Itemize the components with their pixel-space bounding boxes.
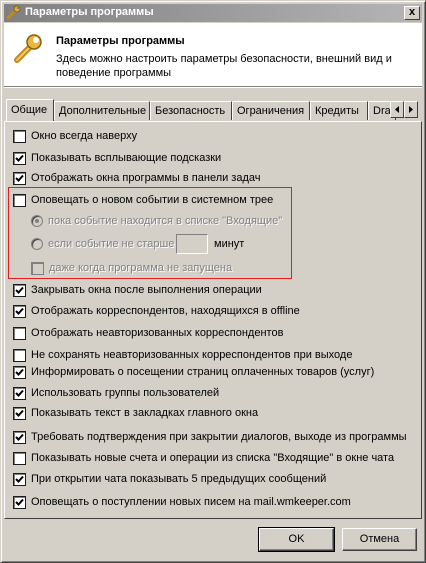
checkbox[interactable] <box>13 473 26 486</box>
checkbox[interactable] <box>31 262 44 275</box>
close-button[interactable]: x <box>404 6 420 20</box>
header-description: Здесь можно настроить параметры безопасн… <box>56 53 392 79</box>
check-icon <box>15 368 24 376</box>
arrow-right-icon <box>409 106 413 113</box>
checkbox[interactable] <box>13 387 26 400</box>
checkbox[interactable] <box>13 130 26 143</box>
tab-scroll-right-button[interactable] <box>404 101 418 118</box>
check-icon <box>15 475 24 483</box>
checkbox[interactable] <box>13 152 26 165</box>
settings-dialog: Параметры программы x Параметры программ… <box>0 0 426 563</box>
checkbox[interactable] <box>13 327 26 340</box>
checkbox[interactable] <box>13 366 26 379</box>
wrench-icon <box>6 5 22 21</box>
checkbox[interactable] <box>13 431 26 444</box>
tab-general[interactable]: Общие <box>6 99 54 121</box>
dialog-header: Параметры программы Здесь можно настроит… <box>4 23 422 87</box>
radio-button[interactable] <box>31 215 43 227</box>
window-title: Параметры программы <box>25 6 154 18</box>
minutes-input[interactable] <box>176 234 208 254</box>
checkbox[interactable] <box>13 407 26 420</box>
check-icon <box>15 307 24 315</box>
check-icon <box>15 286 24 294</box>
header-divider <box>4 87 422 88</box>
check-icon <box>15 498 24 506</box>
checkbox[interactable] <box>13 452 26 465</box>
cancel-button[interactable]: Отмена <box>342 528 417 551</box>
check-icon <box>15 154 24 162</box>
checkbox[interactable] <box>13 172 26 185</box>
tab-credits[interactable]: Кредиты <box>310 101 368 120</box>
checkbox[interactable] <box>13 305 26 318</box>
checkbox[interactable] <box>13 284 26 297</box>
check-icon <box>15 389 24 397</box>
check-icon <box>15 409 24 417</box>
tab-additional[interactable]: Дополнительные <box>54 101 150 120</box>
checkbox[interactable] <box>13 194 26 207</box>
tab-strip: Общие Дополнительные Безопасность Ограни… <box>4 99 422 121</box>
radio-button[interactable] <box>31 238 43 250</box>
arrow-left-icon <box>395 106 399 113</box>
wrench-icon <box>12 33 44 65</box>
ok-button[interactable]: OK <box>258 527 335 552</box>
tab-restrictions[interactable]: Ограничения <box>232 101 310 120</box>
header-title: Параметры программы <box>56 35 185 47</box>
check-icon <box>15 174 24 182</box>
tab-scroll-left-button[interactable] <box>390 101 404 118</box>
tab-security[interactable]: Безопасность <box>150 101 232 120</box>
checkbox[interactable] <box>13 349 26 362</box>
checkbox[interactable] <box>13 496 26 509</box>
check-icon <box>15 433 24 441</box>
tab-scroll <box>390 101 418 118</box>
close-icon: x <box>408 6 416 18</box>
minutes-unit: минут <box>214 238 245 250</box>
tab-panel-general: Окно всегда наверху Показывать всплывающ… <box>4 121 422 519</box>
title-bar[interactable]: Параметры программы x <box>4 4 422 22</box>
